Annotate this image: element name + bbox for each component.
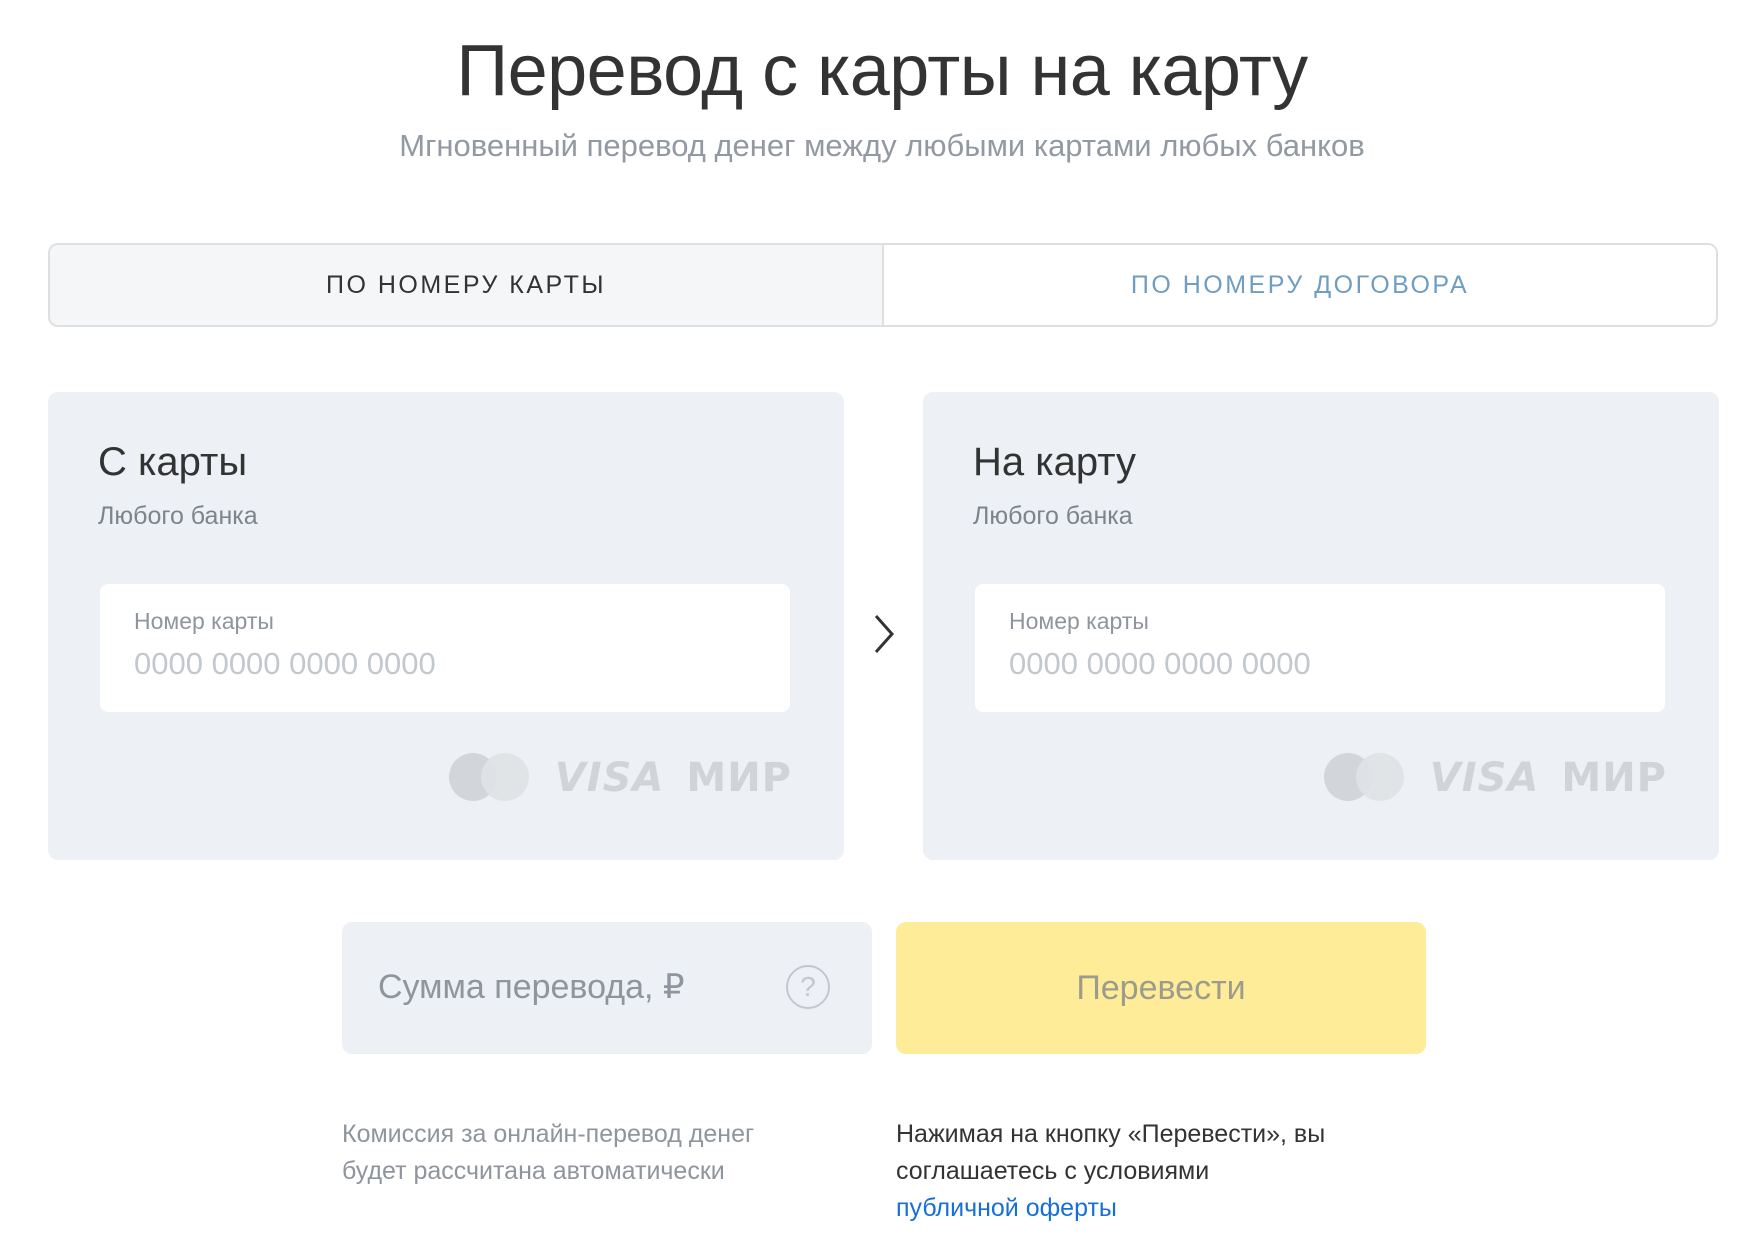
public-offer-link[interactable]: публичной оферты bbox=[896, 1194, 1117, 1222]
page-subtitle: Мгновенный перевод денег между любыми ка… bbox=[399, 128, 1365, 163]
visa-logo-icon: VISA bbox=[554, 755, 665, 801]
payment-systems-logos: VISA МИР bbox=[1323, 750, 1667, 806]
to-card-panel: На карту Любого банка Номер карты VISA М… bbox=[923, 392, 1719, 860]
transfer-amount-input[interactable] bbox=[378, 968, 778, 1007]
payment-systems-logos: VISA МИР bbox=[448, 750, 792, 806]
from-card-number-input[interactable] bbox=[134, 646, 754, 682]
to-card-subtitle: Любого банка bbox=[973, 502, 1133, 530]
to-card-number-label: Номер карты bbox=[1009, 608, 1149, 634]
commission-note: Комиссия за онлайн-перевод денег будет р… bbox=[342, 1120, 755, 1185]
chevron-right-icon bbox=[874, 615, 895, 653]
from-card-subtitle: Любого банка bbox=[98, 502, 258, 530]
agreement-text: Нажимая на кнопку «Перевести», вы соглаш… bbox=[896, 1120, 1326, 1185]
tab-by-contract-number[interactable]: ПО НОМЕРУ ДОГОВОРА bbox=[884, 245, 1716, 325]
agreement-note: Нажимая на кнопку «Перевести», вы соглаш… bbox=[896, 1116, 1416, 1227]
from-card-title: С карты bbox=[98, 440, 248, 484]
transfer-button[interactable]: Перевести bbox=[896, 922, 1426, 1054]
from-card-number-label: Номер карты bbox=[134, 608, 274, 634]
from-card-panel: С карты Любого банка Номер карты VISA МИ… bbox=[48, 392, 844, 860]
page-title: Перевод с карты на карту bbox=[456, 31, 1308, 111]
visa-logo-icon: VISA bbox=[1429, 755, 1540, 801]
mir-logo-icon: МИР bbox=[1561, 755, 1667, 801]
tab-by-card-number[interactable]: ПО НОМЕРУ КАРТЫ bbox=[50, 245, 884, 325]
transfer-amount-field[interactable]: ? bbox=[342, 922, 872, 1054]
to-card-number-input[interactable] bbox=[1009, 646, 1629, 682]
to-card-number-field[interactable]: Номер карты bbox=[975, 584, 1665, 712]
mir-logo-icon: МИР bbox=[686, 755, 792, 801]
to-card-title: На карту bbox=[973, 440, 1137, 484]
mastercard-logo-icon bbox=[1323, 753, 1406, 803]
from-card-number-field[interactable]: Номер карты bbox=[100, 584, 790, 712]
transfer-type-tabs: ПО НОМЕРУ КАРТЫ ПО НОМЕРУ ДОГОВОРА bbox=[48, 243, 1718, 327]
help-icon[interactable]: ? bbox=[786, 965, 830, 1009]
mastercard-logo-icon bbox=[448, 753, 531, 803]
